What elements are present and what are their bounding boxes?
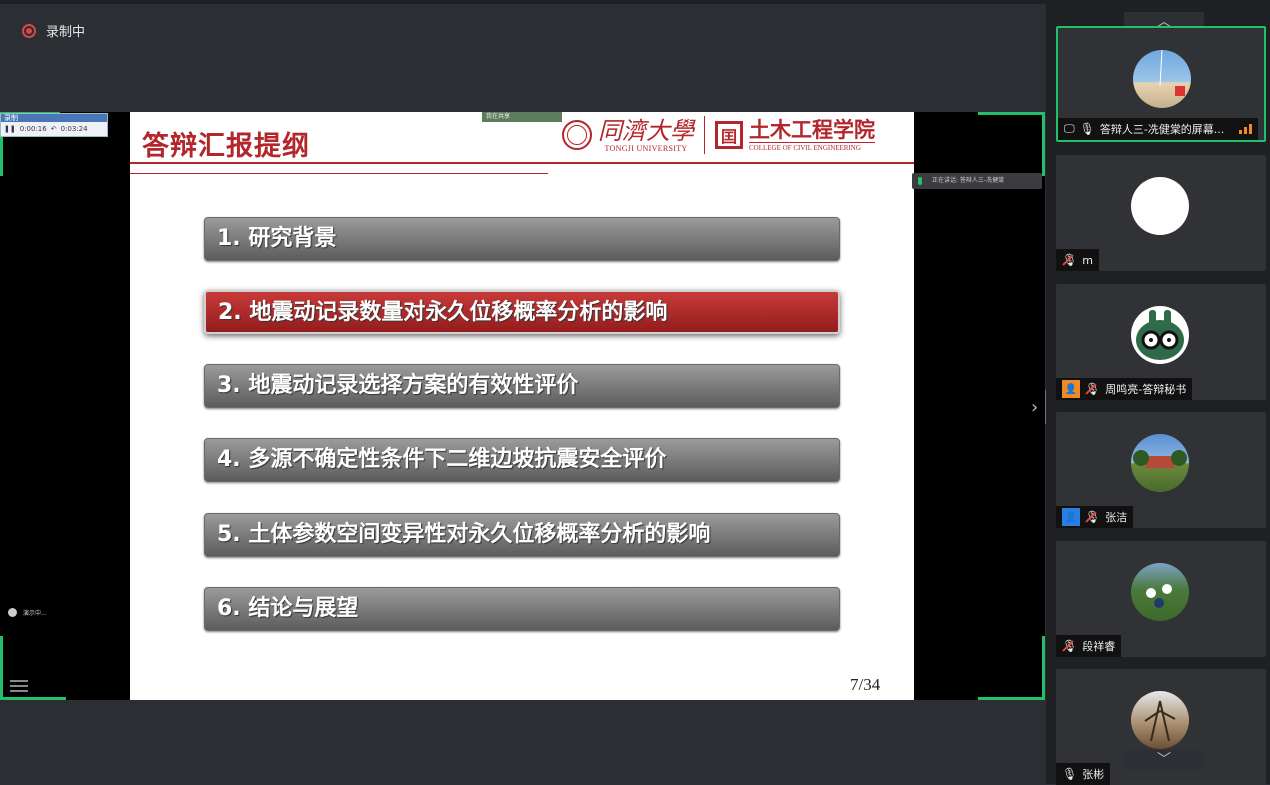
screen-frame-corner [1042, 112, 1045, 176]
participants-panel: ︿ 🖵 🎙 答辩人三-冼健棠的屏幕... 🎙 m 👤 🎙 周鸣亮-答辩秘书 👤 … [1046, 0, 1270, 785]
presentation-slide: 答辩汇报提纲 我在共享 同濟大學 TONGJI UNIVERSITY 囯 土木工… [130, 112, 914, 700]
college-name-en: COLLEGE OF CIVIL ENGINEERING [749, 142, 875, 152]
outline-item: 5. 土体参数空间变异性对永久位移概率分析的影响 [204, 513, 840, 557]
mic-muted-icon: 🎙 [1085, 510, 1101, 524]
participant-name-tag: 🎙 张彬 [1056, 763, 1111, 785]
sharing-status-bar[interactable]: 我在共享 [482, 112, 562, 122]
participant-name-tag: 👤 🎙 张洁 [1056, 506, 1134, 528]
university-name-en: TONGJI UNIVERSITY [604, 143, 688, 153]
logo-divider [704, 116, 705, 154]
mic-muted-icon: 🎙 [1062, 639, 1078, 653]
recording-label: 录制中 [46, 25, 86, 40]
outline-item: 6. 结论与展望 [204, 587, 840, 631]
slide-page-number: 7/34 [850, 675, 881, 694]
participant-name-tag: 🎙 m [1056, 249, 1099, 271]
screen-frame-corner [1042, 636, 1045, 700]
slide-title: 答辩汇报提纲 [142, 131, 310, 162]
participant-name-tag: 🖵 🎙 答辩人三-冼健棠的屏幕... [1058, 118, 1259, 140]
participant-name: 周鸣亮-答辩秘书 [1105, 383, 1187, 396]
participant-name-tag: 🎙 段祥睿 [1056, 635, 1122, 657]
participant-tile[interactable]: 🖵 🎙 答辩人三-冼健棠的屏幕... [1056, 26, 1266, 142]
mini-toolbar-title: 录制 [1, 114, 107, 122]
presenter-status[interactable]: 演示中... [8, 608, 47, 617]
participant-avatar [1131, 177, 1189, 235]
participant-avatar [1131, 563, 1189, 621]
outline-item: 1. 研究背景 [204, 217, 840, 261]
participant-name: 段祥睿 [1082, 640, 1116, 653]
signal-strength-icon [1239, 124, 1253, 134]
microphone-icon: 🎙 [1079, 122, 1095, 136]
participant-avatar [1133, 50, 1191, 108]
mic-muted-icon: 🎙 [1062, 253, 1078, 267]
participant-avatar [1131, 306, 1189, 364]
presenter-status-text: 演示中... [23, 610, 47, 617]
screen-frame-corner [978, 697, 1045, 700]
screen-frame-corner [0, 697, 66, 700]
participant-avatar [1131, 691, 1189, 749]
pause-icon[interactable]: ❚❚ [4, 125, 16, 133]
window-top-strip [0, 0, 1046, 4]
college-emblem-icon: 囯 [715, 121, 743, 149]
participant-avatar [1131, 434, 1189, 492]
participant-tile[interactable]: 🎙 m [1056, 155, 1266, 271]
scroll-down-button[interactable]: ﹀ [1124, 750, 1204, 770]
host-badge-icon: 👤 [1062, 380, 1080, 398]
chevron-right-icon[interactable]: › [1031, 397, 1038, 418]
participant-tile[interactable]: 👤 🎙 周鸣亮-答辩秘书 [1056, 284, 1266, 400]
outline-item: 3. 地震动记录选择方案的有效性评价 [204, 364, 840, 408]
university-logo: 同濟大學 TONGJI UNIVERSITY 囯 土木工程学院 COLLEGE … [562, 116, 875, 154]
elapsed-time: 0:00:16 [19, 125, 47, 133]
undo-icon[interactable]: ↶ [51, 125, 57, 133]
outline-item-active: 2. 地震动记录数量对永久位移概率分析的影响 [204, 290, 840, 334]
screen-share-icon: 🖵 [1064, 122, 1075, 135]
participant-tile[interactable]: 🎙 段祥睿 [1056, 541, 1266, 657]
divider [130, 173, 548, 174]
recording-indicator[interactable]: 录制中 [22, 21, 85, 40]
screen-frame-corner [978, 112, 1045, 115]
participant-name-tag: 👤 🎙 周鸣亮-答辩秘书 [1056, 378, 1193, 400]
total-time: 0:03:24 [60, 125, 88, 133]
outline-item: 4. 多源不确定性条件下二维边坡抗震安全评价 [204, 438, 840, 482]
college-name-cn: 土木工程学院 [749, 117, 875, 142]
microphone-icon: 🎙 [1062, 767, 1078, 781]
participant-tile[interactable]: 👤 🎙 张洁 [1056, 412, 1266, 528]
screen-frame-corner [0, 636, 3, 700]
university-name-cn: 同濟大學 [598, 116, 694, 145]
recording-mini-toolbar[interactable]: 录制 ❚❚ 0:00:16 ↶ 0:03:24 [0, 113, 108, 137]
user-badge-icon: 👤 [1062, 508, 1080, 526]
record-icon [22, 23, 36, 38]
divider [130, 162, 914, 164]
participant-name: 张洁 [1105, 511, 1128, 524]
presenter-icon [8, 608, 17, 617]
list-icon[interactable] [10, 680, 28, 692]
participant-name: 张彬 [1082, 768, 1105, 781]
speaking-indicator: 正在讲话: 答辩人三-冼健棠 [912, 173, 1042, 189]
participant-name: m [1082, 253, 1093, 267]
participant-name: 答辩人三-冼健棠的屏幕... [1099, 123, 1225, 136]
university-seal-icon [562, 120, 592, 150]
mic-muted-icon: 🎙 [1085, 382, 1101, 396]
